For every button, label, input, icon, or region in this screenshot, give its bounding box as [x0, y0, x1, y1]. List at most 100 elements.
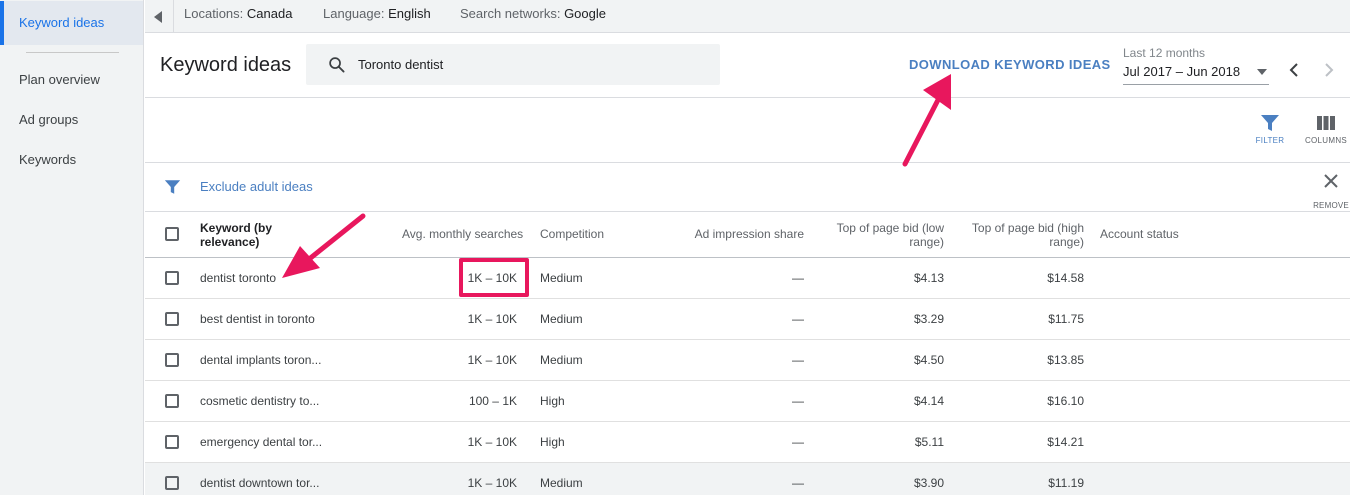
top-bid-low-cell: $4.13	[913, 271, 944, 285]
chevron-right-icon[interactable]	[1322, 62, 1336, 78]
ad-impression-share-cell: —	[792, 271, 804, 285]
search-networks-value: Google	[564, 6, 606, 21]
remove-filter-button[interactable]: REMOVE	[1311, 173, 1350, 213]
top-bid-low-cell: $4.14	[913, 394, 944, 408]
keyword-cell: best dentist in toronto	[200, 312, 315, 326]
sidebar-item-ad-groups[interactable]: Ad groups	[0, 110, 143, 130]
locations-value: Canada	[246, 6, 293, 21]
row-checkbox[interactable]	[165, 476, 179, 490]
ad-impression-share-cell: —	[792, 394, 804, 408]
page-header: Keyword ideas DOWNLOAD KEYWORD IDEAS Las…	[145, 34, 1350, 98]
close-icon	[1324, 174, 1338, 188]
top-bid-low-cell: $3.29	[913, 312, 944, 326]
table-row[interactable]: cosmetic dentistry to... 100 – 1K High —…	[145, 381, 1350, 422]
competition-cell: Medium	[540, 353, 583, 367]
competition-cell: Medium	[540, 271, 583, 285]
chevron-left-icon[interactable]	[1287, 62, 1301, 78]
search-networks-setting[interactable]: Search networks: Google	[460, 0, 606, 28]
table-row[interactable]: emergency dental tor... 1K – 10K High — …	[145, 422, 1350, 463]
top-bid-low-cell: $5.11	[914, 435, 944, 449]
competition-cell: Medium	[540, 312, 583, 326]
sidebar-item-keywords[interactable]: Keywords	[0, 150, 143, 170]
date-range-label: Last 12 months	[1123, 46, 1206, 60]
top-bid-high-cell: $11.75	[1048, 312, 1084, 326]
dropdown-arrow-icon	[1257, 69, 1267, 75]
active-filters-row: Exclude adult ideas REMOVE	[145, 163, 1350, 212]
avg-monthly-searches-cell: 1K – 10K	[467, 435, 517, 449]
column-header-ad-impression-share[interactable]: Ad impression share	[684, 227, 804, 241]
avg-monthly-searches-cell: 100 – 1K	[468, 394, 517, 408]
filter-button-label: FILTER	[1255, 136, 1285, 145]
columns-button[interactable]: COLUMNS	[1301, 114, 1350, 145]
row-checkbox[interactable]	[165, 353, 179, 367]
competition-cell: High	[540, 435, 565, 449]
avg-monthly-searches-cell: 1K – 10K	[467, 271, 517, 285]
locations-setting[interactable]: Locations: Canada	[184, 0, 292, 28]
exclude-adult-ideas-filter[interactable]: Exclude adult ideas	[200, 179, 313, 194]
ad-impression-share-cell: —	[792, 435, 804, 449]
keyword-cell: emergency dental tor...	[200, 435, 323, 449]
date-range-value: Jul 2017 – Jun 2018	[1123, 64, 1241, 79]
column-header-account-status[interactable]: Account status	[1100, 227, 1179, 241]
table-toolbar: FILTER COLUMNS	[145, 98, 1350, 163]
filter-icon	[164, 180, 181, 194]
column-header-top-bid-high[interactable]: Top of page bid (high range)	[964, 221, 1084, 249]
row-checkbox[interactable]	[165, 435, 179, 449]
column-header-competition[interactable]: Competition	[540, 227, 604, 241]
keyword-cell: cosmetic dentistry to...	[200, 394, 320, 408]
page-title: Keyword ideas	[160, 54, 292, 76]
sidebar: Keyword ideas Plan overview Ad groups Ke…	[0, 0, 144, 495]
ad-impression-share-cell: —	[792, 312, 804, 326]
ad-impression-share-cell: —	[792, 353, 804, 367]
competition-cell: High	[540, 394, 565, 408]
plan-settings-bar: Locations: Canada Language: English Sear…	[145, 0, 1350, 33]
language-value: English	[388, 6, 431, 21]
select-all-checkbox[interactable]	[165, 227, 179, 241]
table-row[interactable]: dentist toronto 1K – 10K Medium — $4.13 …	[145, 258, 1350, 299]
ad-impression-share-cell: —	[792, 476, 804, 490]
top-bid-high-cell: $11.19	[1048, 476, 1084, 490]
table-header: Keyword (by relevance) Avg. monthly sear…	[145, 212, 1350, 258]
keyword-cell: dentist toronto	[200, 271, 277, 285]
row-checkbox[interactable]	[165, 394, 179, 408]
avg-monthly-searches-cell: 1K – 10K	[467, 312, 517, 326]
top-bid-high-cell: $16.10	[1047, 394, 1084, 408]
column-header-top-bid-low[interactable]: Top of page bid (low range)	[824, 221, 944, 249]
column-header-avg-monthly-searches[interactable]: Avg. monthly searches	[402, 227, 523, 241]
collapse-sidebar-button[interactable]	[145, 0, 174, 33]
row-checkbox[interactable]	[165, 271, 179, 285]
download-keyword-ideas-link[interactable]: DOWNLOAD KEYWORD IDEAS	[909, 57, 1111, 72]
date-range-select[interactable]: Jul 2017 – Jun 2018	[1123, 63, 1269, 85]
columns-button-label: COLUMNS	[1304, 136, 1348, 145]
keyword-search-box[interactable]	[306, 44, 720, 85]
row-checkbox[interactable]	[165, 312, 179, 326]
top-bid-high-cell: $14.58	[1047, 271, 1084, 285]
avg-monthly-searches-cell: 1K – 10K	[467, 353, 517, 367]
columns-icon	[1317, 116, 1335, 130]
keyword-cell: dental implants toron...	[200, 353, 322, 367]
filter-button[interactable]: FILTER	[1245, 114, 1295, 145]
top-bid-low-cell: $3.90	[913, 476, 944, 490]
top-bid-high-cell: $13.85	[1047, 353, 1084, 367]
sidebar-divider	[26, 52, 119, 53]
keyword-search-input[interactable]	[358, 44, 708, 85]
sidebar-item-keyword-ideas[interactable]: Keyword ideas	[0, 1, 143, 45]
sidebar-item-plan-overview[interactable]: Plan overview	[0, 70, 143, 90]
competition-cell: Medium	[540, 476, 583, 490]
table-row[interactable]: best dentist in toronto 1K – 10K Medium …	[145, 299, 1350, 340]
top-bid-low-cell: $4.50	[913, 353, 944, 367]
table-row[interactable]: dentist downtown tor... 1K – 10K Medium …	[145, 463, 1350, 495]
top-bid-high-cell: $14.21	[1047, 435, 1084, 449]
locations-label: Locations:	[184, 6, 244, 21]
keyword-ideas-table: Keyword (by relevance) Avg. monthly sear…	[145, 212, 1350, 495]
language-setting[interactable]: Language: English	[323, 0, 431, 28]
search-networks-label: Search networks:	[460, 6, 561, 21]
filter-icon	[1261, 115, 1279, 131]
keyword-cell: dentist downtown tor...	[200, 476, 320, 490]
language-label: Language:	[323, 6, 385, 21]
caret-left-icon	[154, 10, 162, 23]
table-row[interactable]: dental implants toron... 1K – 10K Medium…	[145, 340, 1350, 381]
column-header-keyword[interactable]: Keyword (by relevance)	[200, 221, 310, 249]
avg-monthly-searches-cell: 1K – 10K	[467, 476, 517, 490]
search-icon	[329, 57, 345, 73]
